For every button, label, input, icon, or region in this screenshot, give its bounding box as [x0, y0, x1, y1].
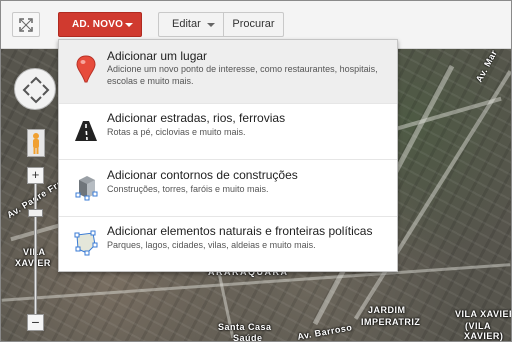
menu-item-description: Adicione um novo ponto de interesse, com…	[107, 64, 378, 86]
search-button[interactable]: Procurar	[223, 12, 284, 37]
edit-label: Editar	[172, 18, 201, 30]
chevron-down-icon	[125, 23, 133, 27]
zoom-slider-track[interactable]	[34, 184, 37, 314]
map-editor-window: Av. Padre Fra VILA XAVIER ARARAQUARA JAR…	[0, 0, 512, 342]
menu-item-title: Adicionar um lugar	[107, 49, 208, 63]
polygon-icon	[74, 230, 98, 256]
map-label: Santa Casa	[218, 322, 272, 332]
zoom-in-button[interactable]: +	[27, 167, 44, 184]
menu-item-add-roads[interactable]: Adicionar estradas, rios, ferrovias Rota…	[59, 103, 397, 160]
menu-item-description: Rotas a pé, ciclovias e muito mais.	[107, 127, 246, 137]
pan-control[interactable]	[14, 68, 56, 110]
menu-item-description: Parques, lagos, cidades, vilas, aldeias …	[107, 240, 316, 250]
zoom-out-button[interactable]: −	[27, 314, 44, 331]
pegman-icon[interactable]	[27, 129, 45, 157]
edit-button[interactable]: Editar	[158, 12, 224, 37]
menu-item-description: Construções, torres, faróis e muito mais…	[107, 184, 269, 194]
zoom-slider-thumb[interactable]	[28, 209, 43, 217]
map-label: JARDIM	[368, 305, 406, 315]
map-label: IMPERATRIZ	[361, 317, 421, 327]
expand-icon	[19, 18, 33, 32]
add-new-label: AD. NOVO	[72, 19, 124, 30]
menu-item-add-place[interactable]: Adicionar um lugar Adicione um novo pont…	[59, 40, 397, 104]
menu-item-add-buildings[interactable]: Adicionar contornos de construções Const…	[59, 159, 397, 217]
map-label: XAVIER	[15, 258, 51, 268]
building-icon	[75, 176, 98, 201]
map-pin-icon	[76, 55, 96, 83]
road-icon	[75, 121, 97, 141]
map-label: (VILA	[465, 321, 491, 331]
add-new-button[interactable]: AD. NOVO	[58, 12, 142, 37]
pan-arrows-icon	[22, 76, 50, 104]
menu-item-add-natural-features[interactable]: Adicionar elementos naturais e fronteira…	[59, 216, 397, 271]
menu-item-title: Adicionar contornos de construções	[107, 168, 298, 182]
map-label: XAVIER)	[464, 331, 504, 341]
map-label: Saúde	[233, 333, 263, 342]
fullscreen-button[interactable]	[12, 12, 40, 37]
menu-item-title: Adicionar estradas, rios, ferrovias	[107, 111, 286, 125]
map-label: VILA XAVIER	[455, 309, 512, 319]
menu-item-title: Adicionar elementos naturais e fronteira…	[107, 224, 373, 238]
chevron-down-icon	[207, 23, 215, 27]
add-new-menu: Adicionar um lugar Adicione um novo pont…	[58, 39, 398, 272]
